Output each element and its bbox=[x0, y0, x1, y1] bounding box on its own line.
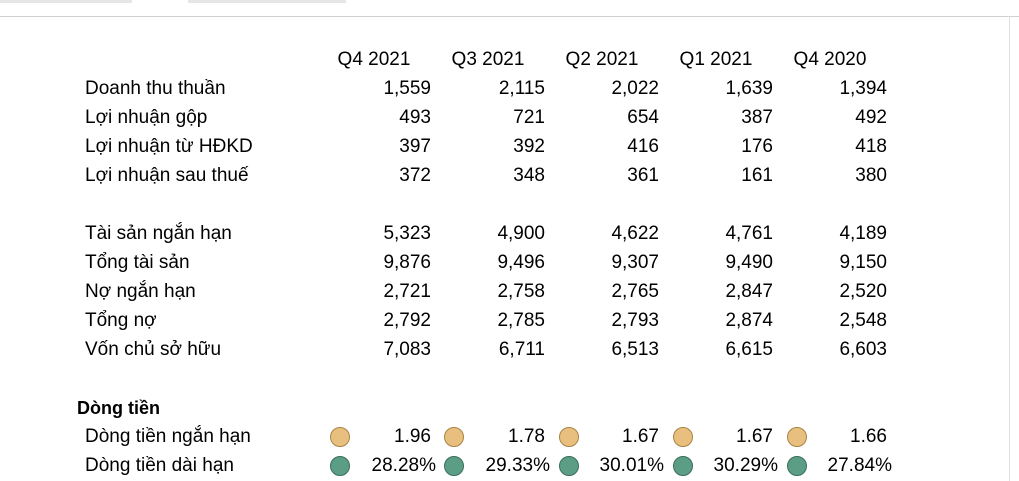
cell-value: 1.96 bbox=[394, 426, 431, 447]
green-circle-icon bbox=[444, 456, 464, 476]
cell-value: 1.66 bbox=[850, 426, 887, 447]
row-label: Doanh thu thuần bbox=[85, 78, 226, 99]
gold-circle-icon bbox=[673, 427, 693, 447]
cell-value: 416 bbox=[627, 136, 659, 157]
cell-value: 1,559 bbox=[383, 78, 431, 99]
cell-value: 9,307 bbox=[611, 252, 659, 273]
cell-value: 1,639 bbox=[725, 78, 773, 99]
cell-value: 6,711 bbox=[498, 339, 545, 360]
cell-value: 4,189 bbox=[839, 223, 887, 244]
cell-value: 29.33% bbox=[485, 455, 550, 476]
green-circle-icon bbox=[787, 456, 807, 476]
gold-circle-icon bbox=[444, 427, 464, 447]
cell-value: 348 bbox=[513, 165, 545, 186]
cell-value: 380 bbox=[855, 165, 887, 186]
cell-value: 493 bbox=[399, 107, 431, 128]
cell-value: 6,603 bbox=[839, 339, 887, 360]
row-label: Tài sản ngắn hạn bbox=[85, 223, 232, 244]
gold-circle-icon bbox=[787, 427, 807, 447]
row-label: Lợi nhuận gộp bbox=[85, 107, 208, 128]
cell-value: 2,758 bbox=[497, 281, 545, 302]
cell-value: 1.78 bbox=[508, 426, 545, 447]
cell-value: 5,323 bbox=[383, 223, 431, 244]
cell-value: 30.01% bbox=[599, 455, 664, 476]
cell-value: 492 bbox=[855, 107, 887, 128]
cell-value: 4,900 bbox=[497, 223, 545, 244]
cell-value: 2,792 bbox=[383, 310, 431, 331]
column-header-q3-2021: Q3 2021 bbox=[451, 49, 525, 70]
cell-value: 2,847 bbox=[725, 281, 773, 302]
cell-value: 2,115 bbox=[498, 78, 545, 99]
green-circle-icon bbox=[559, 456, 579, 476]
row-label: Vốn chủ sở hữu bbox=[85, 339, 222, 360]
cell-value: 9,876 bbox=[383, 252, 431, 273]
cell-value: 30.29% bbox=[713, 455, 778, 476]
cell-value: 28.28% bbox=[371, 455, 436, 476]
gold-circle-icon bbox=[330, 427, 350, 447]
column-header-q4-2021: Q4 2021 bbox=[337, 49, 411, 70]
cell-value: 418 bbox=[855, 136, 887, 157]
cell-value: 2,785 bbox=[497, 310, 545, 331]
cashflow-title: Dòng tiền bbox=[77, 398, 160, 418]
sheet-tab-strip-right[interactable] bbox=[188, 0, 346, 3]
cell-value: 1.67 bbox=[622, 426, 659, 447]
sheet-tab-strip-left[interactable] bbox=[0, 0, 132, 3]
row-label: Lợi nhuận sau thuế bbox=[85, 165, 249, 186]
column-header-q2-2021: Q2 2021 bbox=[565, 49, 639, 70]
cell-value: 654 bbox=[627, 107, 659, 128]
cell-value: 9,490 bbox=[725, 252, 773, 273]
cell-value: 387 bbox=[741, 107, 773, 128]
cell-value: 2,520 bbox=[839, 281, 887, 302]
row-label: Tổng nợ bbox=[85, 310, 157, 331]
cell-value: 6,615 bbox=[725, 339, 773, 360]
column-header-q4-2020: Q4 2020 bbox=[793, 49, 867, 70]
cell-value: 9,150 bbox=[839, 252, 887, 273]
cell-value: 2,793 bbox=[611, 310, 659, 331]
cell-value: 176 bbox=[741, 136, 773, 157]
cell-value: 2,721 bbox=[383, 281, 431, 302]
cell-value: 4,622 bbox=[611, 223, 659, 244]
cell-value: 2,874 bbox=[725, 310, 773, 331]
row-label: Lợi nhuận từ HĐKD bbox=[85, 136, 253, 157]
row-label: Tổng tài sản bbox=[85, 252, 190, 273]
cell-value: 2,022 bbox=[611, 78, 659, 99]
cell-value: 9,496 bbox=[497, 252, 545, 273]
cell-value: 397 bbox=[399, 136, 431, 157]
green-circle-icon bbox=[330, 456, 350, 476]
cell-value: 2,765 bbox=[611, 281, 659, 302]
cell-value: 27.84% bbox=[827, 455, 892, 476]
column-header-q1-2021: Q1 2021 bbox=[679, 49, 753, 70]
cell-value: 361 bbox=[627, 165, 659, 186]
cell-value: 392 bbox=[513, 136, 545, 157]
cell-value: 721 bbox=[513, 107, 545, 128]
cell-value: 161 bbox=[741, 165, 773, 186]
window-top-bar bbox=[0, 0, 1019, 17]
row-label: Dòng tiền ngắn hạn bbox=[85, 426, 251, 447]
cell-value: 1,394 bbox=[839, 78, 887, 99]
cell-value: 1.67 bbox=[736, 426, 773, 447]
row-label: Dòng tiền dài hạn bbox=[85, 455, 234, 476]
cell-value: 6,513 bbox=[611, 339, 659, 360]
gold-circle-icon bbox=[559, 427, 579, 447]
cell-value: 4,761 bbox=[725, 223, 773, 244]
row-label: Nợ ngắn hạn bbox=[85, 281, 196, 302]
cell-value: 372 bbox=[399, 165, 431, 186]
grid-edge bbox=[1009, 16, 1019, 481]
cell-value: 2,548 bbox=[839, 310, 887, 331]
cell-value: 7,083 bbox=[383, 339, 431, 360]
green-circle-icon bbox=[673, 456, 693, 476]
